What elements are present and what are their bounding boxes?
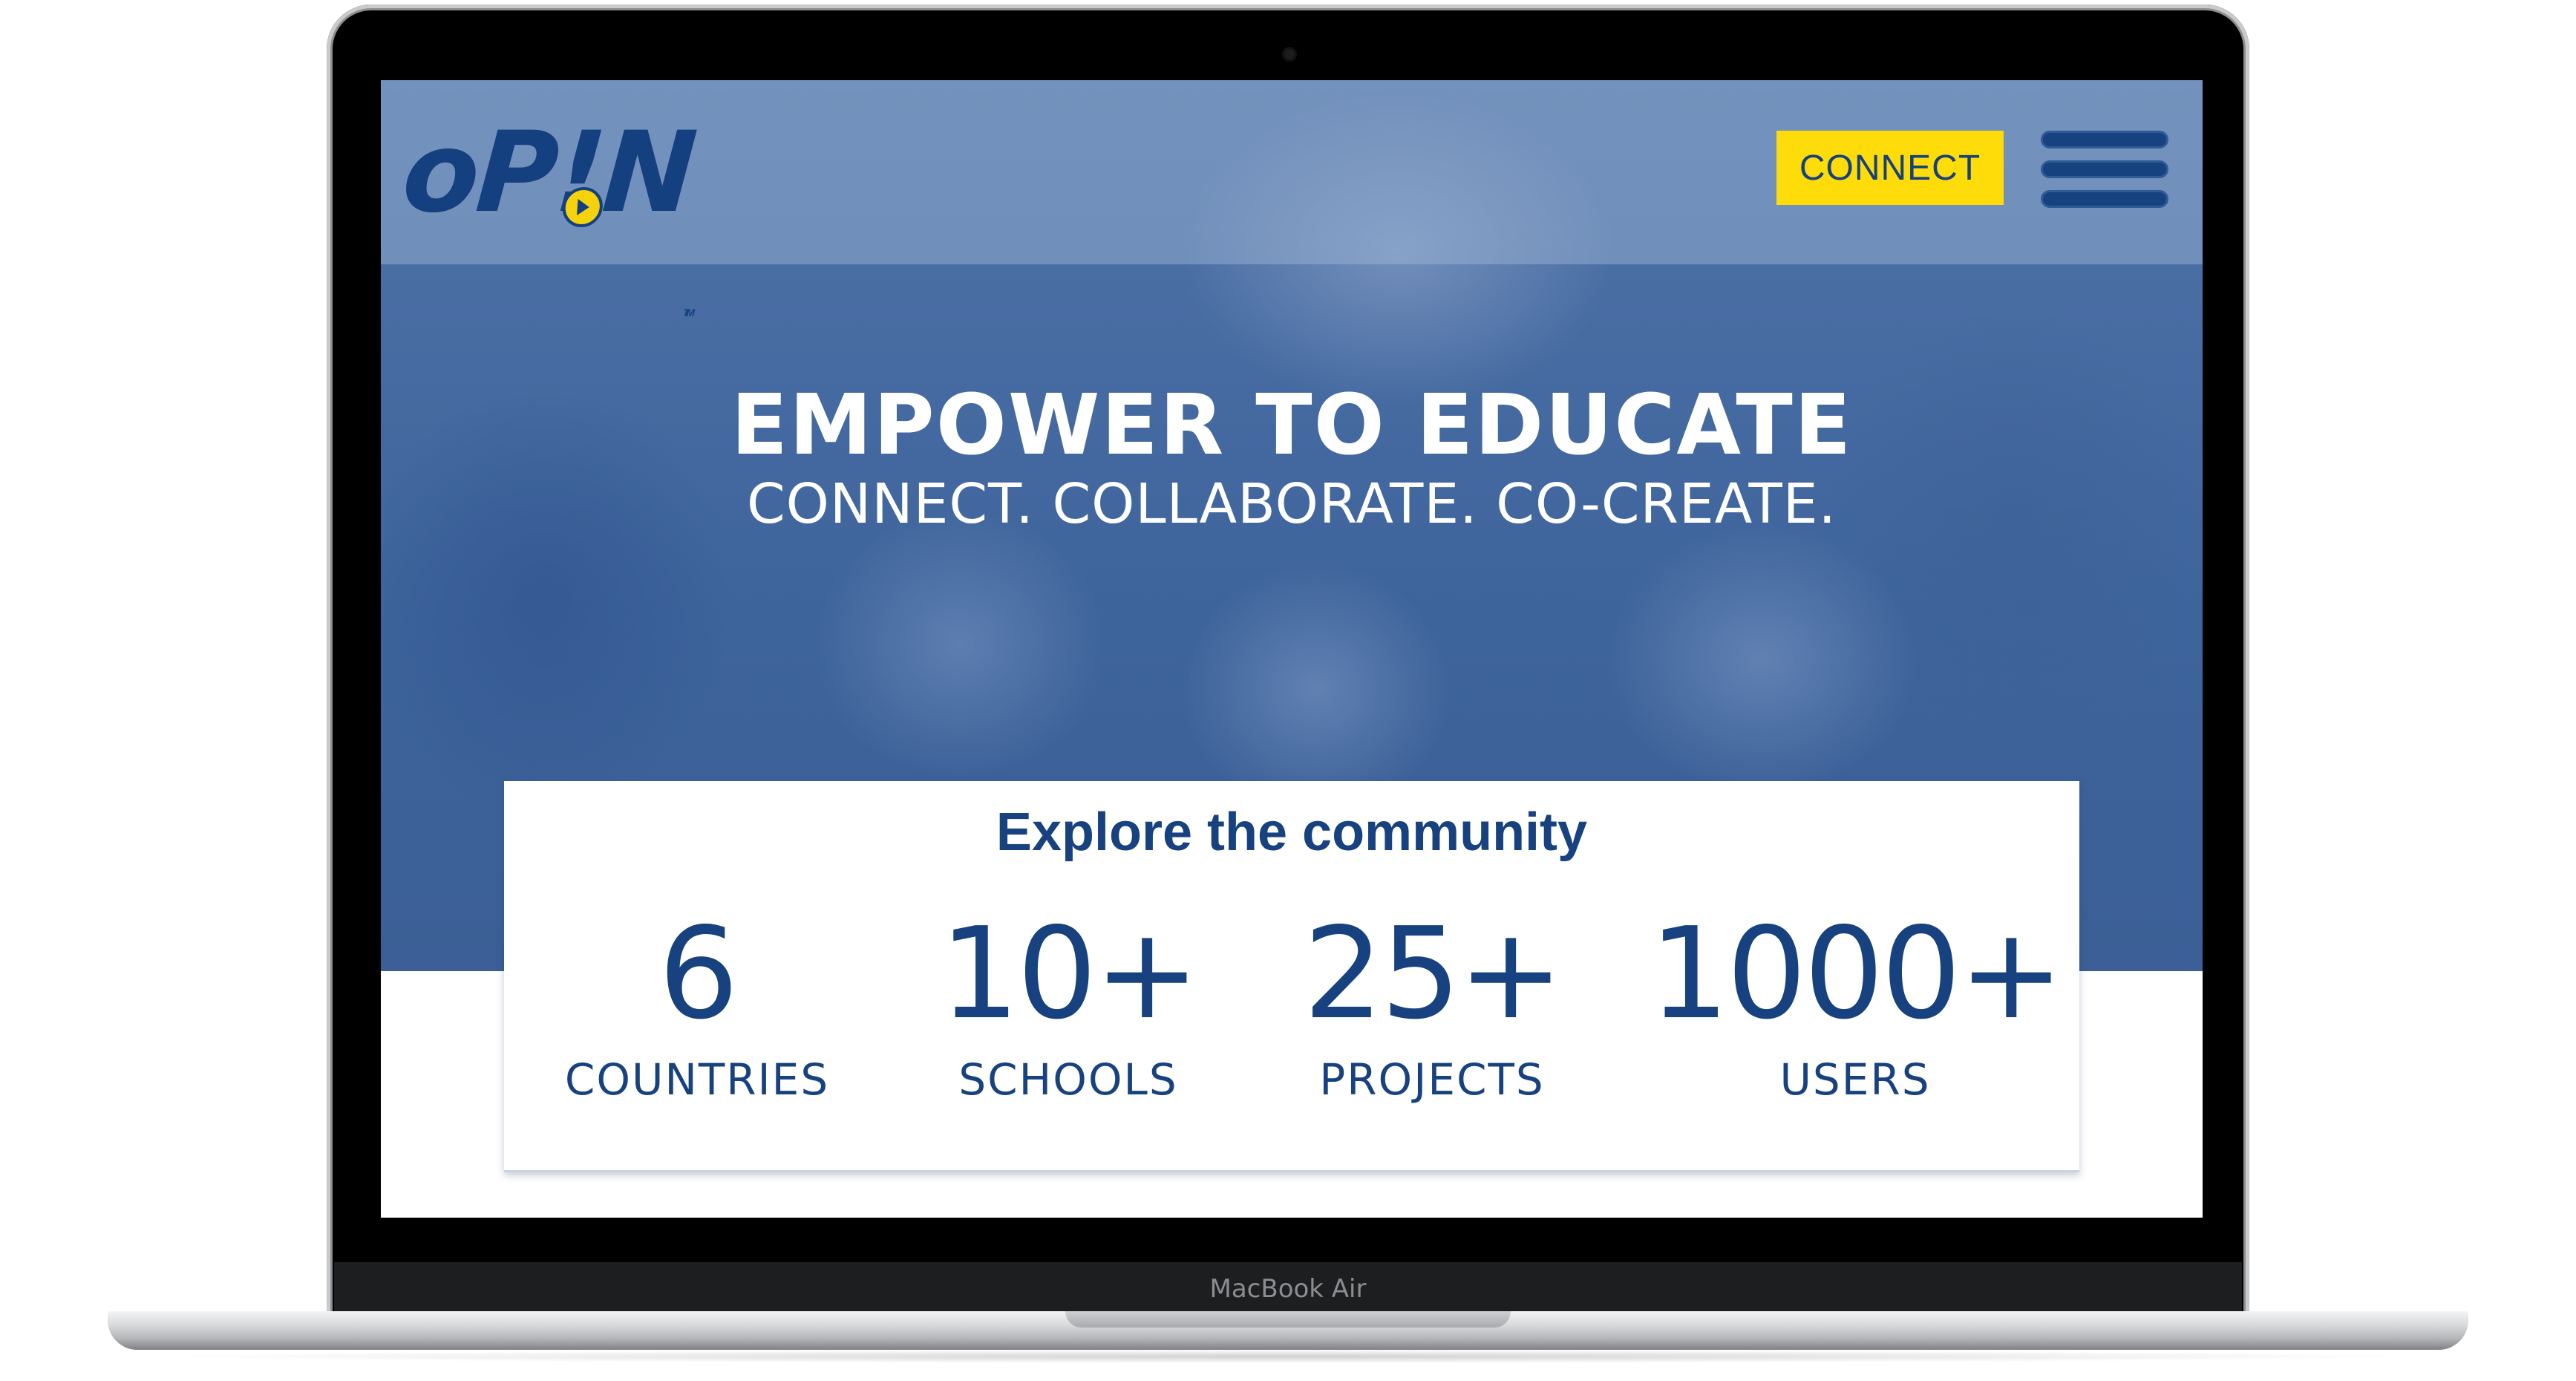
stat-value: 25+ [1303,901,1564,1048]
hamburger-menu-icon[interactable] [2041,131,2168,209]
community-card: Explore the community 6 COUNTRIES 10+ SC… [504,781,2079,1172]
stat-schools: 10+ SCHOOLS [905,907,1232,1105]
device-label: MacBook Air [1209,1274,1367,1304]
stat-label: COUNTRIES [564,1054,830,1105]
screen: oP!N TM CONNECT EMPOWER TO EDUCATE CONNE… [381,80,2203,1218]
laptop-notch [1065,1311,1511,1328]
stat-value: 10+ [939,901,1200,1048]
stat-value: 1000+ [1649,901,2064,1048]
stat-label: USERS [1779,1054,1931,1105]
stat-users: 1000+ USERS [1647,901,2064,1105]
community-title: Explore the community [996,803,1588,862]
camera-icon [1284,49,1295,59]
stat-value: 6 [658,901,739,1048]
logo-text: oP!N [398,108,699,238]
hero-title: EMPOWER TO EDUCATE [730,377,1853,474]
stat-label: SCHOOLS [958,1054,1178,1105]
logo-trademark: TM [682,307,693,319]
hero-subtitle: CONNECT. COLLABORATE. CO-CREATE. [746,472,1837,536]
connect-button[interactable]: CONNECT [1776,131,2004,205]
logo[interactable]: oP!N TM [399,108,698,319]
stat-countries: 6 COUNTRIES [534,907,860,1105]
laptop-shadow [148,1350,2428,1363]
stat-projects: 25+ PROJECTS [1269,907,1595,1105]
navbar: oP!N TM CONNECT [381,80,2203,319]
stat-label: PROJECTS [1319,1054,1545,1105]
